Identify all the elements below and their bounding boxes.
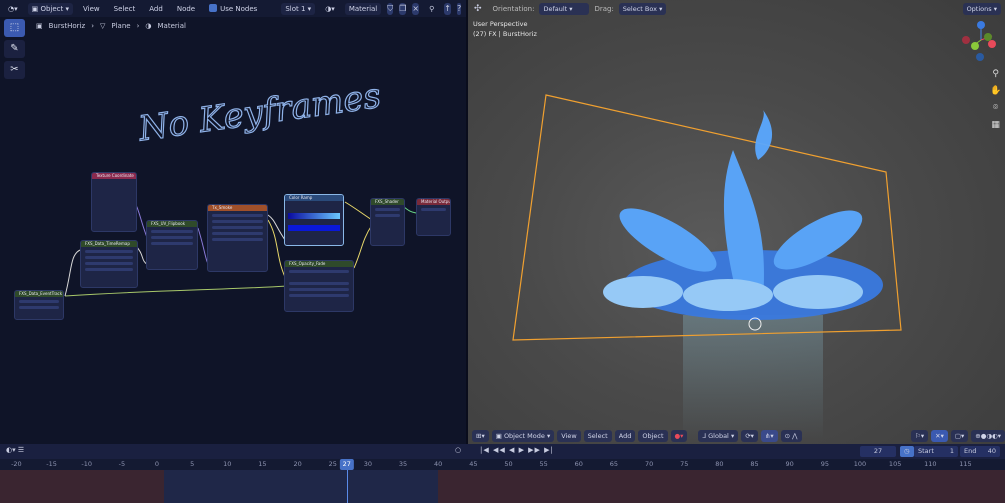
frame-tick-label: 0: [154, 460, 160, 468]
node-material-output[interactable]: Material Output: [416, 198, 451, 236]
transform-gizmo-icon[interactable]: ✣: [474, 4, 482, 14]
node-color-ramp[interactable]: Color Ramp: [284, 194, 344, 246]
overlay-icon[interactable]: ✕▾: [931, 430, 948, 442]
frame-tick-label: 85: [750, 460, 759, 468]
frame-tick-label: 15: [258, 460, 267, 468]
playhead-frame-label[interactable]: 27: [339, 459, 354, 470]
frame-tick-label: 65: [609, 460, 619, 468]
xray-icon[interactable]: ▢▾: [950, 430, 969, 442]
options-dropdown[interactable]: Options ▾: [962, 2, 1001, 15]
navigation-gizmo[interactable]: [962, 21, 996, 61]
frame-tick-label: -10: [81, 460, 92, 468]
viewport-scene: [512, 21, 996, 440]
end-frame-field[interactable]: End 40: [960, 446, 1000, 457]
3d-viewport[interactable]: ⚲ ✋ ⌾ ▦ ✣ Orientation: Default ▾ Drag: Sele…: [468, 0, 1005, 444]
timeline-tracks[interactable]: [0, 470, 1005, 503]
menu-object[interactable]: Object: [638, 430, 668, 442]
frame-tick-label: -5: [118, 460, 126, 468]
node-opacity-fade[interactable]: FXS_Opacity_Fade: [284, 260, 354, 312]
menu-select[interactable]: Select: [583, 430, 612, 442]
editor-type-icon[interactable]: ◐▾ ☰: [6, 446, 24, 454]
current-frame-field[interactable]: 27: [860, 446, 896, 457]
frame-tick-label: 70: [644, 460, 654, 468]
transform-orientation-dropdown[interactable]: ⅃ Global ▾: [698, 430, 739, 442]
frame-tick-label: 25: [328, 460, 337, 468]
frame-tick-label: 90: [785, 460, 794, 468]
frame-tick-label: 35: [398, 460, 408, 468]
frame-tick-label: 50: [504, 460, 513, 468]
drag-dropdown[interactable]: Select Box ▾: [618, 2, 667, 15]
perspective-grid-icon[interactable]: ▦: [990, 117, 1001, 134]
frame-tick-label: 115: [959, 460, 972, 468]
editor-type-icon[interactable]: ⊞▾: [472, 430, 489, 442]
frame-tick-label: 60: [574, 460, 583, 468]
frame-tick-label: 80: [715, 460, 724, 468]
timeline[interactable]: ◐▾ ☰ ○ |◀ ◀◀ ◀ ▶ ▶▶ ▶| 27 ◷ Start 1 End 40…: [0, 444, 1005, 503]
frame-ruler[interactable]: -20 -15 -10 -5 0 5 10 15 20 25 30 35 40 45 50 55 60 65 70 7…: [0, 459, 1005, 470]
fx-flame-sprite: [603, 110, 883, 320]
proportional-edit-icon[interactable]: ⊙ ⋀: [780, 430, 802, 442]
frame-tick-label: 100: [853, 460, 867, 468]
annotation-text: No Keyframes: [135, 76, 383, 150]
menu-view[interactable]: View: [557, 430, 581, 442]
color-swatch[interactable]: [288, 225, 340, 231]
frame-tick-label: 10: [223, 460, 232, 468]
playback-controls[interactable]: |◀ ◀◀ ◀ ▶ ▶▶ ▶|: [480, 446, 554, 454]
viewport-header: ✣ Orientation: Default ▾ Drag: Select Bo…: [468, 0, 1005, 17]
timeline-header: ◐▾ ☰ ○ |◀ ◀◀ ◀ ▶ ▶▶ ▶| 27 ◷ Start 1 End 40: [0, 444, 1005, 459]
shader-node-editor[interactable]: ◔▾ ▣ Object ▾ View Select Add Node Use N…: [0, 0, 499, 444]
frame-tick-label: -20: [11, 460, 22, 468]
frame-tick-label: 95: [820, 460, 829, 468]
pivot-icon[interactable]: ⟳▾: [741, 430, 758, 442]
frame-tick-label: 5: [190, 460, 195, 468]
pan-hand-icon[interactable]: ✋: [990, 83, 1001, 100]
frame-tick-label: 110: [924, 460, 937, 468]
frame-tick-label: 30: [363, 460, 373, 468]
node-texture-coordinate[interactable]: Texture Coordinate: [91, 172, 137, 232]
auto-keying-icon[interactable]: ○: [455, 446, 461, 454]
menu-add[interactable]: Add: [614, 430, 636, 442]
node-event-track[interactable]: FXS_Data_EventTrack: [14, 290, 64, 320]
shading-modes-icon[interactable]: ⊕●◑◐▾: [971, 430, 1005, 442]
node-uv-flipbook[interactable]: FXS_UV_Flipbook: [146, 220, 198, 270]
zoom-icon[interactable]: ⚲: [990, 66, 1001, 83]
orientation-dropdown[interactable]: Default ▾: [539, 2, 590, 15]
viewport-footer: ⊞▾ ▣ Object Mode ▾ View Select Add Objec…: [468, 428, 1005, 444]
node-image-texture[interactable]: Tx_Smoke: [207, 204, 268, 272]
gizmo-icon[interactable]: ⚐▾: [911, 430, 929, 442]
frame-tick-label: 55: [539, 460, 548, 468]
frame-tick-label: 75: [680, 460, 689, 468]
start-frame-field[interactable]: Start 1: [914, 446, 958, 457]
frame-tick-label: 20: [293, 460, 302, 468]
object-type-visibility-icon[interactable]: ●▾: [670, 430, 688, 442]
preview-range-icon[interactable]: ◷: [900, 446, 914, 457]
camera-icon[interactable]: ⌾: [990, 100, 1001, 117]
frame-tick-label: 105: [888, 460, 902, 468]
snap-icon[interactable]: ⋔▾: [760, 430, 778, 442]
node-fxs-shader[interactable]: FXS_Shader: [370, 198, 405, 246]
viewport-info: User Perspective (27) FX | BurstHoriz: [473, 20, 537, 38]
frame-tick-label: 45: [469, 460, 478, 468]
mode-dropdown[interactable]: ▣ Object Mode ▾: [491, 430, 555, 442]
frame-tick-label: -15: [46, 460, 57, 468]
color-ramp-gradient[interactable]: [288, 213, 340, 219]
node-time-remap[interactable]: FXS_Data_TimeRemap: [80, 240, 138, 288]
frame-range: [164, 470, 439, 503]
frame-tick-label: 40: [434, 460, 443, 468]
